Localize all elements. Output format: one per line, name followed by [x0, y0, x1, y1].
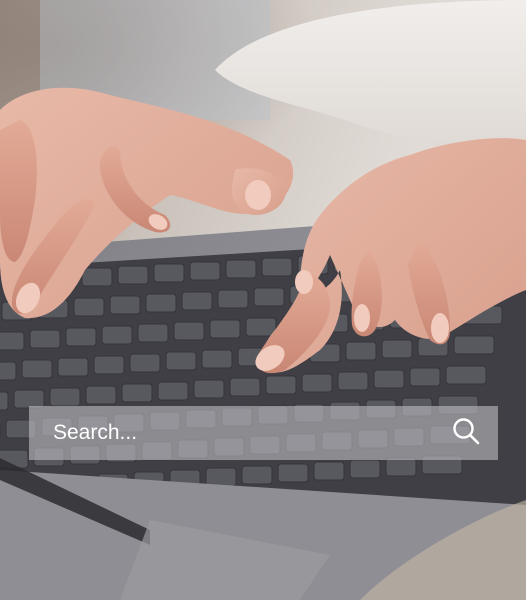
search-bar: [29, 406, 498, 460]
search-icon: [451, 416, 481, 451]
search-button[interactable]: [434, 406, 498, 460]
search-input[interactable]: [29, 406, 434, 460]
background-photo: [0, 0, 526, 600]
